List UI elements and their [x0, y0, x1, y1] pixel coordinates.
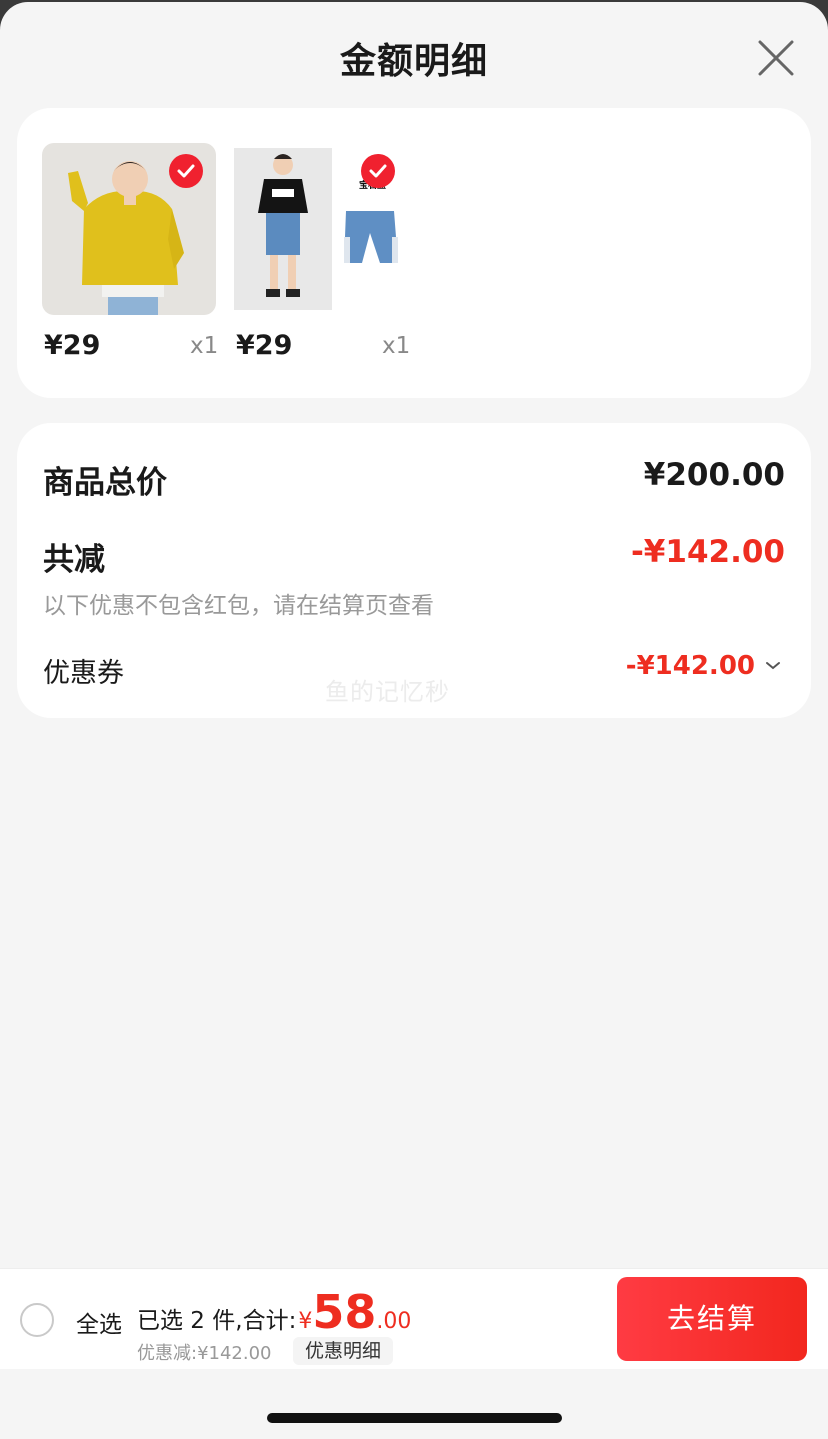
coupon-amount: -¥142.00	[625, 651, 755, 681]
discount-amount: 优惠减:¥142.00	[137, 1343, 272, 1364]
checkout-button[interactable]: 去结算	[617, 1277, 807, 1361]
selected-check-icon[interactable]	[169, 154, 203, 188]
checkout-bar: 全选 已选 2 件,合计: ¥ 58 .00 优惠减:¥142.00 优惠明细 …	[0, 1268, 828, 1369]
product-price: ¥29	[44, 330, 101, 361]
product-qty: x1	[382, 333, 411, 359]
product-price: ¥29	[236, 330, 293, 361]
selection-summary: 已选 2 件,合计: ¥ 58 .00	[137, 1285, 411, 1339]
total-price-label: 商品总价	[43, 465, 167, 501]
close-icon[interactable]	[756, 38, 796, 78]
selected-check-icon[interactable]	[361, 154, 395, 188]
total-price-value: ¥200.00	[643, 457, 785, 493]
reduce-value: -¥142.00	[630, 534, 785, 570]
products-card: ¥29 x1 宝石蓝	[17, 108, 811, 398]
select-all-radio[interactable]	[20, 1303, 54, 1337]
coupon-label: 优惠券	[43, 658, 124, 689]
reduce-note: 以下优惠不包含红包，请在结算页查看	[43, 593, 434, 619]
currency-symbol: ¥	[298, 1309, 313, 1334]
home-indicator	[267, 1413, 562, 1423]
amount-detail-sheet: 金额明细 ¥29 x1 ¥29 x1 商品总价 ¥200.00 共减 -¥142…	[0, 2, 828, 1439]
discount-detail-button[interactable]: 优惠明细	[293, 1337, 394, 1365]
watermark-text: 鱼的记忆秒	[325, 678, 450, 706]
coupon-value[interactable]: -¥142.00	[626, 651, 781, 681]
chevron-down-icon[interactable]	[765, 661, 781, 671]
reduce-label: 共减	[43, 542, 105, 578]
total-amount-int: 58	[312, 1285, 377, 1339]
total-amount-dec: .00	[376, 1309, 412, 1334]
selected-count-text: 已选 2 件,合计:	[137, 1308, 297, 1334]
select-all-label[interactable]: 全选	[76, 1305, 122, 1339]
product-qty: x1	[190, 333, 219, 359]
sheet-title: 金额明细	[339, 41, 488, 82]
